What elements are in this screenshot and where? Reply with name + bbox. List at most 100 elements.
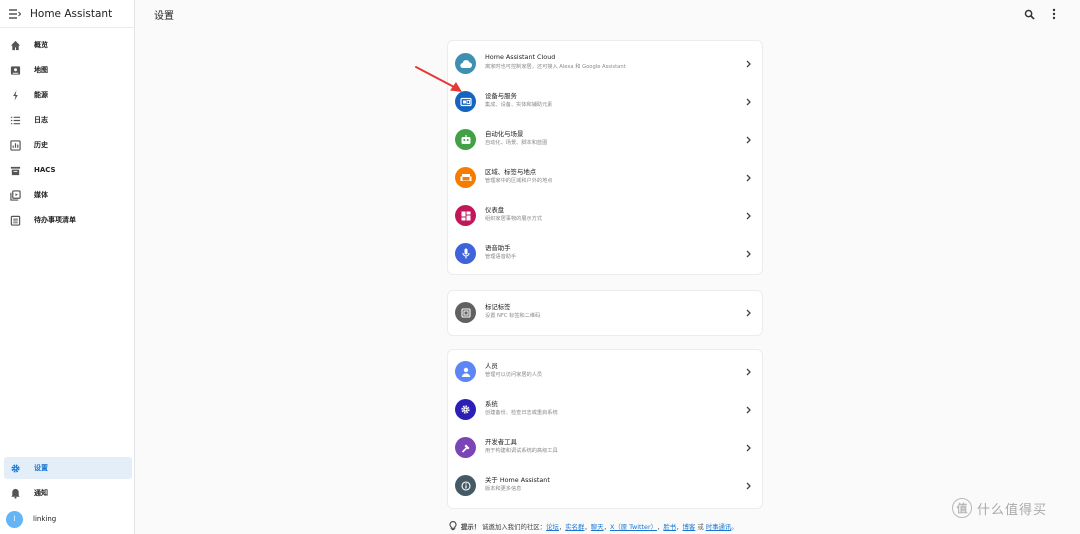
dashboard-icon <box>455 205 476 226</box>
chevron-right-icon <box>744 249 752 259</box>
lightning-icon <box>9 89 21 101</box>
row-title: 区域、标签与地点 <box>485 168 537 176</box>
robot-icon <box>455 129 476 150</box>
tip-end: 。 <box>731 522 738 531</box>
row-title: 人员 <box>485 362 498 370</box>
app-title: Home Assistant <box>30 7 113 20</box>
settings-row-developer-tools[interactable]: 开发者工具 用于构建和调试系统的高级工具 <box>448 430 764 468</box>
link-forum[interactable]: 论坛 <box>546 522 559 531</box>
sidebar-item-label: 地图 <box>34 66 48 74</box>
nfc-icon <box>455 302 476 323</box>
sidebar-item-label: 日志 <box>34 116 48 124</box>
chart-box-icon <box>9 139 21 151</box>
sidebar-item-todo[interactable]: 待办事项清单 <box>4 209 132 231</box>
chevron-right-icon <box>744 173 752 183</box>
settings-row-about[interactable]: 关于 Home Assistant 版本和更多信息 <box>448 468 764 506</box>
hacs-icon <box>9 164 21 176</box>
chevron-right-icon <box>744 405 752 415</box>
sidebar-item-label: 媒体 <box>34 191 48 199</box>
tip-text: 诚邀加入我们的社区： <box>482 522 547 531</box>
info-icon <box>455 475 476 496</box>
row-subtitle: 管理可以访问家居的人员 <box>485 372 543 378</box>
row-title: 系统 <box>485 400 498 408</box>
tip-label: 提示！ <box>461 522 481 531</box>
sidebar-item-hacs[interactable]: HACS <box>4 159 132 181</box>
more-vert-icon[interactable] <box>1047 7 1061 21</box>
link-x[interactable]: X（原 Twitter） <box>610 522 657 531</box>
link-group[interactable]: 实名群 <box>565 522 584 531</box>
settings-row-automation[interactable]: 自动化与场景 自动化、场景、脚本和蓝图 <box>448 122 764 160</box>
bell-icon <box>9 487 21 499</box>
row-subtitle: 组织家居事物的展示方式 <box>485 216 543 222</box>
chevron-right-icon <box>744 481 752 491</box>
row-subtitle: 集成、设备、实体和辅助元素 <box>485 102 553 108</box>
sidebar-item-label: HACS <box>34 166 56 174</box>
chevron-right-icon <box>744 97 752 107</box>
sidebar-header: Home Assistant <box>0 0 134 28</box>
sidebar-item-user[interactable]: l linking <box>4 508 132 530</box>
row-subtitle: 自动化、场景、脚本和蓝图 <box>485 140 548 146</box>
settings-row-cloud[interactable]: Home Assistant Cloud 离家时也可控制家居，还可接入 Alex… <box>448 46 764 84</box>
sidebar-item-label: 历史 <box>34 141 48 149</box>
lightbulb-icon <box>449 521 457 531</box>
row-subtitle: 设置 NFC 标签和二维码 <box>485 313 541 319</box>
link-newsletter[interactable]: 时事通讯 <box>706 522 732 531</box>
sidebar-item-energy[interactable]: 能源 <box>4 84 132 106</box>
gear-icon <box>9 462 21 474</box>
cog-icon <box>455 399 476 420</box>
microphone-icon <box>455 243 476 264</box>
row-title: 仪表盘 <box>485 206 505 214</box>
home-icon <box>9 39 21 51</box>
watermark-text: 什么值得买 <box>977 502 1048 518</box>
top-bar: 设置 <box>136 0 1080 28</box>
chevron-right-icon <box>744 443 752 453</box>
row-title: 自动化与场景 <box>485 130 524 138</box>
sidebar-item-media[interactable]: 媒体 <box>4 184 132 206</box>
settings-row-areas[interactable]: 区域、标签与地点 管理家中的区域和户外的地点 <box>448 160 764 198</box>
sidebar-item-map[interactable]: 地图 <box>4 59 132 81</box>
link-facebook[interactable]: 脸书 <box>663 522 676 531</box>
menu-icon[interactable] <box>8 7 22 21</box>
settings-row-people[interactable]: 人员 管理可以访问家居的人员 <box>448 354 764 392</box>
page-title: 设置 <box>154 10 174 22</box>
link-chat[interactable]: 聊天 <box>591 522 604 531</box>
sidebar-item-label: 通知 <box>34 489 48 497</box>
row-title: 语音助手 <box>485 244 511 252</box>
sidebar-item-label: 待办事项清单 <box>34 216 76 224</box>
tip-separator: 或 <box>697 522 704 531</box>
row-title: 设备与服务 <box>485 92 517 100</box>
row-title: 关于 Home Assistant <box>485 476 550 484</box>
row-title: 开发者工具 <box>485 438 517 446</box>
settings-row-tags[interactable]: 标记标签 设置 NFC 标签和二维码 <box>448 295 764 333</box>
list-icon <box>9 114 21 126</box>
row-title: 标记标签 <box>485 303 511 311</box>
sidebar-item-notifications[interactable]: 通知 <box>4 482 132 504</box>
chevron-right-icon <box>744 135 752 145</box>
media-icon <box>9 189 21 201</box>
annotation-arrow <box>415 66 462 92</box>
sidebar-item-overview[interactable]: 概览 <box>4 34 132 56</box>
row-subtitle: 管理家中的区域和户外的地点 <box>485 178 553 184</box>
settings-card-main: Home Assistant Cloud 离家时也可控制家居，还可接入 Alex… <box>447 40 763 275</box>
chevron-right-icon <box>744 308 752 318</box>
community-tip: 提示！ 诚邀加入我们的社区： 论坛， 实名群， 聊天， X（原 Twitter）… <box>449 521 738 531</box>
watermark-logo: 值 <box>952 498 972 518</box>
sidebar-item-history[interactable]: 历史 <box>4 134 132 156</box>
link-blog[interactable]: 博客 <box>683 522 696 531</box>
row-title: Home Assistant Cloud <box>485 53 556 61</box>
chevron-right-icon <box>744 211 752 221</box>
settings-row-devices[interactable]: 设备与服务 集成、设备、实体和辅助元素 <box>448 84 764 122</box>
settings-row-voice[interactable]: 语音助手 管理语音助手 <box>448 236 764 274</box>
settings-row-system[interactable]: 系统 创建备份、检查日志或重启系统 <box>448 392 764 430</box>
settings-card-tags: 标记标签 设置 NFC 标签和二维码 <box>447 290 763 336</box>
settings-row-dashboards[interactable]: 仪表盘 组织家居事物的展示方式 <box>448 198 764 236</box>
sidebar-item-label: 设置 <box>34 464 48 472</box>
clipboard-list-icon <box>9 214 21 226</box>
sidebar-item-settings[interactable]: 设置 <box>4 457 132 479</box>
sidebar-item-logbook[interactable]: 日志 <box>4 109 132 131</box>
chevron-right-icon <box>744 367 752 377</box>
hammer-icon <box>455 437 476 458</box>
row-subtitle: 离家时也可控制家居，还可接入 Alexa 和 Google Assistant <box>485 64 626 70</box>
sidebar: Home Assistant 概览 地图 能源 日志 历史 HACS 媒体 待办… <box>0 0 135 534</box>
search-icon[interactable] <box>1022 7 1036 21</box>
